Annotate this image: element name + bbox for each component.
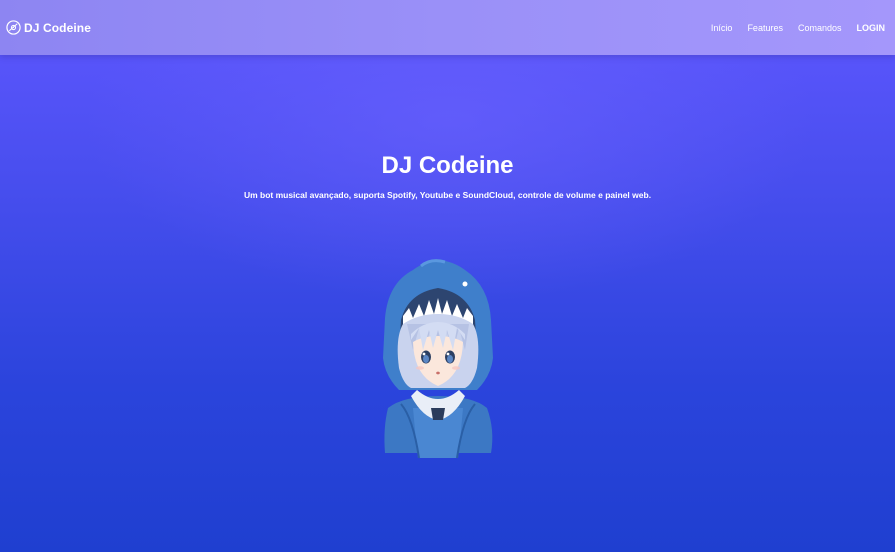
- brand-name: DJ Codeine: [24, 20, 92, 35]
- vinyl-disc-icon: [6, 20, 21, 35]
- nav-links: Início Features Comandos LOGIN: [711, 23, 885, 33]
- bot-avatar-illustration: [383, 259, 493, 459]
- hero-subtitle: Um bot musical avançado, suporta Spotify…: [243, 190, 652, 200]
- login-button[interactable]: LOGIN: [857, 23, 886, 33]
- nav-link-features[interactable]: Features: [747, 23, 783, 33]
- nav-link-inicio[interactable]: Início: [711, 23, 733, 33]
- brand-link[interactable]: DJ Codeine: [6, 20, 91, 35]
- hero-title: DJ Codeine: [381, 152, 514, 179]
- navbar: DJ Codeine Início Features Comandos LOGI…: [0, 0, 895, 55]
- nav-link-comandos[interactable]: Comandos: [798, 23, 842, 33]
